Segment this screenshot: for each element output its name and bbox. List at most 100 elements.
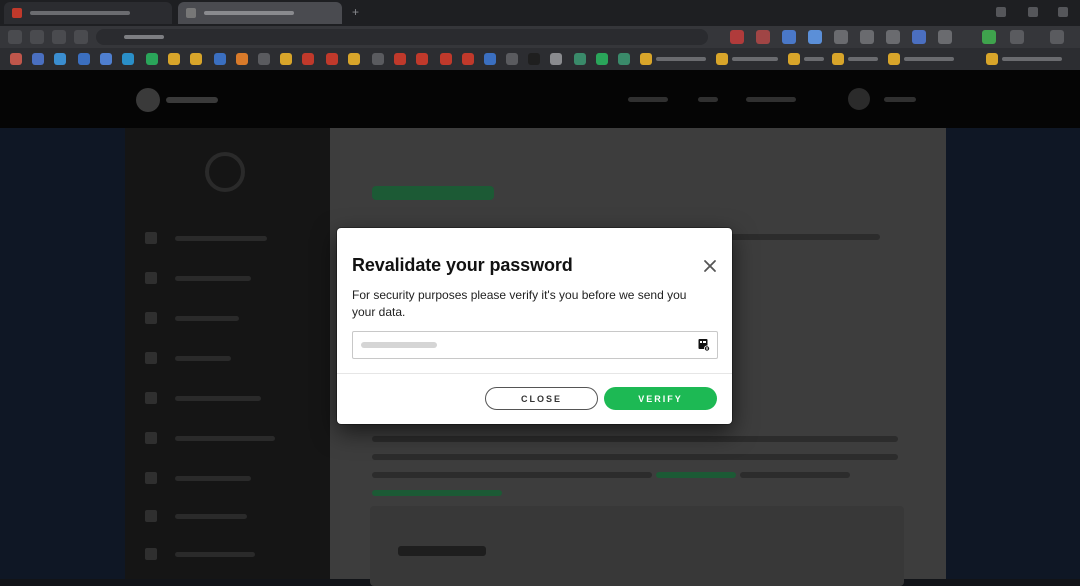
bookmark-icon[interactable] (440, 53, 452, 65)
link-placeholder[interactable] (372, 490, 502, 496)
extension-icon[interactable] (982, 30, 996, 44)
text-line-placeholder (730, 234, 880, 240)
bookmark-icon[interactable] (484, 53, 496, 65)
bookmark-icon[interactable] (302, 53, 314, 65)
sidebar-item-label-placeholder (175, 356, 231, 361)
sidebar-item-label-placeholder (175, 514, 247, 519)
bookmark-icon[interactable] (618, 53, 630, 65)
bookmark-icon[interactable] (190, 53, 202, 65)
extension-icon[interactable] (808, 30, 822, 44)
bookmark-label-placeholder (848, 57, 878, 61)
home-icon[interactable] (74, 30, 88, 44)
sidebar-item-icon (145, 392, 157, 404)
bookmark-icon[interactable] (372, 53, 384, 65)
address-bar-row (0, 26, 1080, 48)
url-placeholder (124, 35, 164, 39)
extension-icon[interactable] (938, 30, 952, 44)
bookmark-icon[interactable] (528, 53, 540, 65)
bookmark-icon[interactable] (100, 53, 112, 65)
sidebar-item-label-placeholder (175, 236, 267, 241)
site-logo-wordmark[interactable] (166, 97, 218, 103)
password-field[interactable] (352, 331, 718, 359)
bookmark-icon[interactable] (280, 53, 292, 65)
key-icon[interactable] (698, 338, 710, 352)
bookmark-icon[interactable] (986, 53, 998, 65)
reload-icon[interactable] (52, 30, 66, 44)
sidebar-item-icon (145, 432, 157, 444)
bookmark-icon[interactable] (78, 53, 90, 65)
sidebar-item-icon (145, 510, 157, 522)
close-button[interactable]: CLOSE (485, 387, 598, 410)
extension-icon[interactable] (782, 30, 796, 44)
back-icon[interactable] (8, 30, 22, 44)
bookmark-icon[interactable] (348, 53, 360, 65)
bookmark-icon[interactable] (716, 53, 728, 65)
bookmark-icon[interactable] (10, 53, 22, 65)
bookmark-icon[interactable] (640, 53, 652, 65)
profile-icon[interactable] (1010, 30, 1024, 44)
bookmark-icon[interactable] (416, 53, 428, 65)
bookmark-icon[interactable] (54, 53, 66, 65)
extension-icon[interactable] (730, 30, 744, 44)
sidebar-item-label-placeholder (175, 316, 239, 321)
bookmark-icon[interactable] (574, 53, 586, 65)
bookmark-icon[interactable] (550, 53, 562, 65)
extension-icon[interactable] (886, 30, 900, 44)
password-input[interactable] (353, 332, 683, 358)
bookmark-icon[interactable] (236, 53, 248, 65)
bookmark-icon[interactable] (788, 53, 800, 65)
text-line-placeholder (740, 472, 850, 478)
bookmark-icon[interactable] (326, 53, 338, 65)
bookmark-icon[interactable] (168, 53, 180, 65)
dialog-divider (337, 373, 732, 374)
avatar[interactable] (848, 88, 870, 110)
menu-icon[interactable] (1050, 30, 1064, 44)
window-close-icon[interactable] (1058, 7, 1068, 17)
site-logo-icon[interactable] (136, 88, 160, 112)
bookmark-icon[interactable] (32, 53, 44, 65)
forward-icon[interactable] (30, 30, 44, 44)
minimize-icon[interactable] (996, 7, 1006, 17)
tab-favicon-icon (12, 8, 22, 18)
extension-icon[interactable] (912, 30, 926, 44)
profile-name-placeholder[interactable] (884, 97, 916, 102)
browser-tab[interactable] (4, 2, 172, 24)
new-tab-icon[interactable]: + (352, 6, 364, 18)
extension-icon[interactable] (860, 30, 874, 44)
link-placeholder[interactable] (656, 472, 736, 478)
nav-link-placeholder[interactable] (746, 97, 796, 102)
bookmark-icon[interactable] (394, 53, 406, 65)
verify-button[interactable]: VERIFY (604, 387, 717, 410)
bookmark-icon[interactable] (122, 53, 134, 65)
bookmark-icon[interactable] (888, 53, 900, 65)
extension-icon[interactable] (756, 30, 770, 44)
bookmark-icon[interactable] (832, 53, 844, 65)
sidebar-item-label-placeholder (175, 276, 251, 281)
bookmark-icon[interactable] (146, 53, 158, 65)
bookmark-icon[interactable] (506, 53, 518, 65)
page-background (946, 128, 1080, 579)
bookmark-label-placeholder (804, 57, 824, 61)
profile-avatar-icon (205, 152, 245, 192)
sidebar-item-icon (145, 472, 157, 484)
browser-tab-active[interactable] (178, 2, 342, 24)
sidebar-item-label-placeholder (175, 552, 255, 557)
bookmark-icon[interactable] (258, 53, 270, 65)
sidebar-item-icon (145, 548, 157, 560)
text-line-placeholder (372, 436, 898, 442)
tab-title-placeholder (204, 11, 294, 15)
bookmark-icon[interactable] (462, 53, 474, 65)
bookmark-icon[interactable] (214, 53, 226, 65)
address-bar[interactable] (96, 29, 708, 45)
card-heading-placeholder (398, 546, 486, 556)
nav-link-placeholder[interactable] (628, 97, 668, 102)
text-line-placeholder (372, 472, 652, 478)
maximize-icon[interactable] (1028, 7, 1038, 17)
nav-link-placeholder[interactable] (698, 97, 718, 102)
bookmark-icon[interactable] (596, 53, 608, 65)
tab-title-placeholder (30, 11, 130, 15)
extension-icon[interactable] (834, 30, 848, 44)
revalidate-password-dialog: Revalidate your password For security pu… (337, 228, 732, 424)
close-icon[interactable] (702, 258, 718, 274)
dialog-title: Revalidate your password (352, 255, 573, 275)
